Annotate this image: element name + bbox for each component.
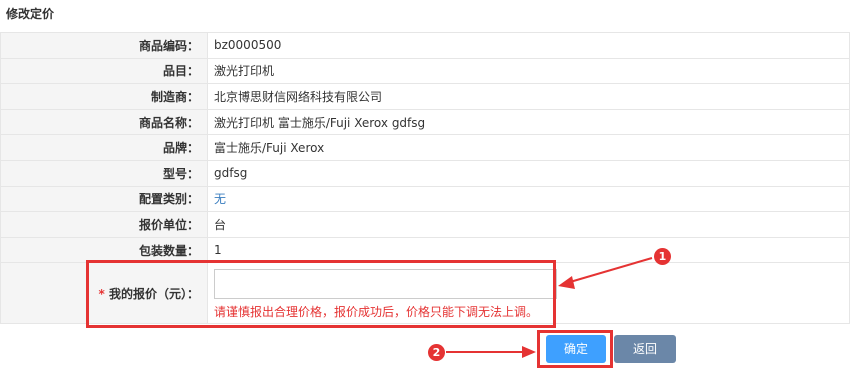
config-type-value[interactable]: 无 <box>207 185 850 213</box>
arrow-2 <box>446 346 536 358</box>
form-row-quote-unit: 报价单位： 台 <box>0 211 850 238</box>
category-value: 激光打印机 <box>207 57 850 85</box>
model-value: gdfsg <box>207 159 850 187</box>
product-name-value: 激光打印机 富士施乐/Fuji Xerox gdfsg <box>207 108 850 136</box>
brand-label: 品牌： <box>0 134 208 161</box>
form-row-package-qty: 包装数量： 1 <box>0 236 850 264</box>
page-title: 修改定价 <box>6 7 55 21</box>
form-row-config-type: 配置类别： 无 <box>0 185 850 213</box>
brand-value: 富士施乐/Fuji Xerox <box>207 134 850 161</box>
form-row-model: 型号： gdfsg <box>0 159 850 187</box>
step-badge-1: 1 <box>654 248 671 265</box>
model-label: 型号： <box>0 159 208 187</box>
quote-unit-label: 报价单位： <box>0 211 208 238</box>
product-code-value: bz0000500 <box>207 32 850 59</box>
confirm-button[interactable]: 确定 <box>546 335 606 363</box>
package-qty-label: 包装数量： <box>0 236 208 264</box>
package-qty-value: 1 <box>207 236 850 264</box>
price-highlight-box <box>86 260 556 328</box>
product-code-label: 商品编码： <box>0 32 208 59</box>
config-type-label: 配置类别： <box>0 185 208 213</box>
form-row-product-name: 商品名称： 激光打印机 富士施乐/Fuji Xerox gdfsg <box>0 108 850 136</box>
form-row-brand: 品牌： 富士施乐/Fuji Xerox <box>0 134 850 161</box>
back-button[interactable]: 返回 <box>614 335 676 363</box>
form-row-product-code: 商品编码： bz0000500 <box>0 32 850 59</box>
form-row-manufacturer: 制造商： 北京博思财信网络科技有限公司 <box>0 83 850 110</box>
manufacturer-label: 制造商： <box>0 83 208 110</box>
form-row-category: 品目： 激光打印机 <box>0 57 850 85</box>
product-name-label: 商品名称： <box>0 108 208 136</box>
category-label: 品目： <box>0 57 208 85</box>
quote-unit-value: 台 <box>207 211 850 238</box>
manufacturer-value: 北京博思财信网络科技有限公司 <box>207 83 850 110</box>
step-badge-2: 2 <box>428 344 445 361</box>
